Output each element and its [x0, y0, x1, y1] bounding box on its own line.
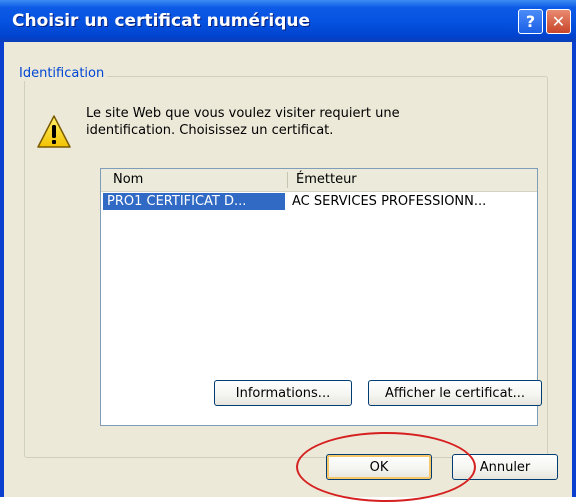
column-header-emetteur[interactable]: Émetteur — [296, 172, 357, 187]
identification-message: Le site Web que vous voulez visiter requ… — [86, 106, 400, 138]
list-header: Nom Émetteur — [101, 169, 537, 192]
close-button[interactable]: ✕ — [546, 9, 571, 34]
informations-button[interactable]: Informations... — [214, 380, 352, 406]
certificate-dialog: Choisir un certificat numérique ? ✕ Iden… — [0, 0, 576, 502]
warning-icon — [37, 115, 71, 148]
groupbox-label: Identification — [16, 66, 108, 81]
title-bar[interactable]: Choisir un certificat numérique ? ✕ — [0, 0, 576, 42]
view-certificate-button[interactable]: Afficher le certificat... — [368, 380, 542, 406]
dialog-body: Identification Le site Web que vous voul… — [4, 42, 572, 502]
certificate-issuer-cell[interactable]: AC SERVICES PROFESSIONN... — [292, 193, 532, 210]
ok-button[interactable]: OK — [326, 454, 432, 480]
help-icon: ? — [525, 12, 536, 31]
cancel-button[interactable]: Annuler — [452, 454, 558, 480]
dialog-title: Choisir un certificat numérique — [12, 11, 311, 31]
column-header-nom[interactable]: Nom — [113, 172, 143, 187]
help-button[interactable]: ? — [518, 9, 543, 34]
list-item[interactable]: PRO1 CERTIFICAT D... AC SERVICES PROFESS… — [101, 191, 537, 211]
column-separator[interactable] — [287, 172, 288, 188]
certificate-name-cell[interactable]: PRO1 CERTIFICAT D... — [103, 193, 285, 210]
close-icon: ✕ — [551, 12, 566, 31]
